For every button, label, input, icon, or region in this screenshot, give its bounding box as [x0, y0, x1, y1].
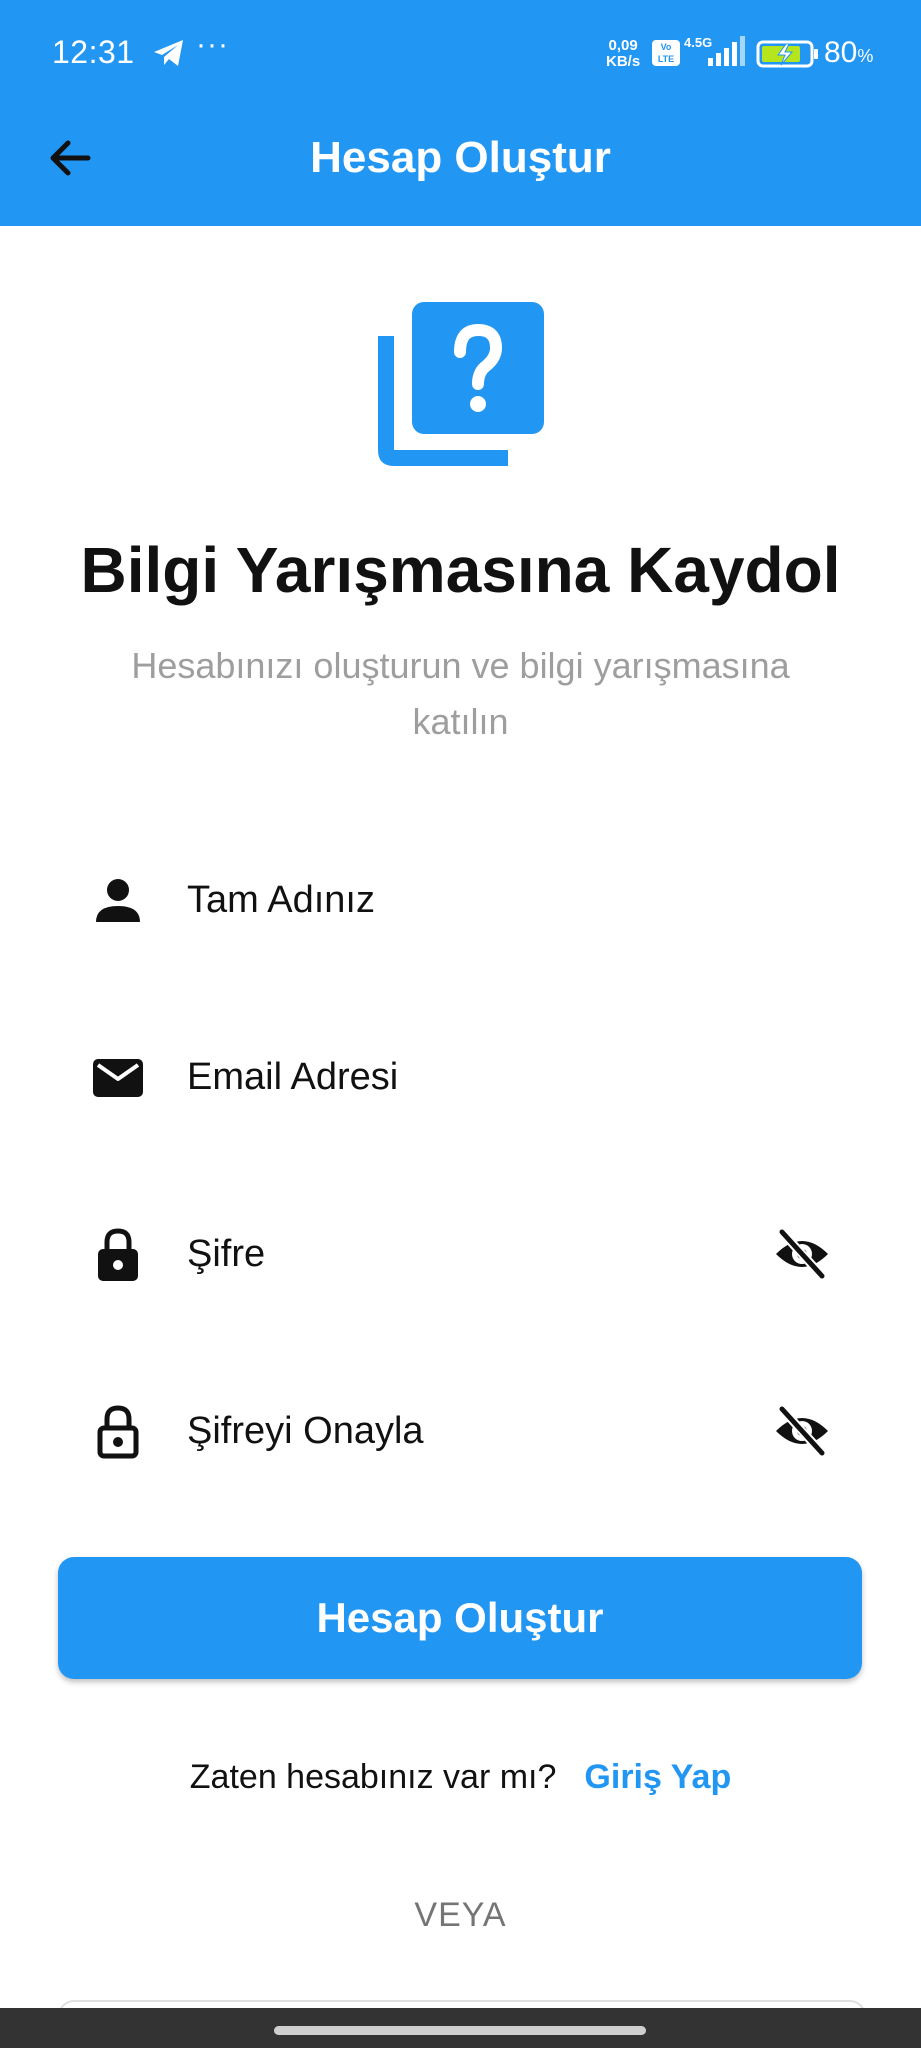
- login-prompt: Zaten hesabınız var mı? Giriş Yap: [0, 1752, 921, 1802]
- battery-percent: 80%: [824, 36, 873, 70]
- volte-top: Vo: [660, 42, 672, 52]
- person-icon: [96, 879, 140, 922]
- network-speed: 0,09 KB/s: [606, 38, 640, 70]
- or-divider: VEYA: [414, 1896, 507, 1934]
- battery-unit: %: [857, 46, 874, 66]
- lock-icon: [98, 1228, 138, 1281]
- battery-charging-icon: [756, 40, 818, 68]
- status-bar: 12:31 ··· 0,09 KB/s Vo LTE 4.5G 80%: [0, 0, 921, 110]
- network-speed-value: 0,09: [608, 37, 638, 54]
- password-field[interactable]: Şifre: [60, 1196, 860, 1306]
- volte-bottom: LTE: [657, 54, 675, 64]
- create-account-button[interactable]: Hesap Oluştur: [58, 1557, 862, 1679]
- email-icon: [93, 1059, 143, 1097]
- confirm-password-label: Şifreyi Onayla: [187, 1410, 424, 1452]
- more-notifications-icon: ···: [196, 28, 229, 61]
- app-bar: 12:31 ··· 0,09 KB/s Vo LTE 4.5G 80% Hesa…: [0, 0, 921, 226]
- volte-icon: Vo LTE: [652, 40, 680, 66]
- email-label: Email Adresi: [187, 1056, 399, 1098]
- status-time: 12:31: [52, 34, 135, 70]
- register-heading: Bilgi Yarışmasına Kaydol: [80, 534, 841, 606]
- password-label: Şifre: [187, 1233, 266, 1275]
- home-gesture-handle[interactable]: [274, 2026, 646, 2035]
- lock-outline-icon: [97, 1405, 139, 1459]
- full-name-field[interactable]: Tam Adınız: [60, 842, 860, 952]
- network-type: 4.5G: [684, 35, 712, 50]
- page-title: Hesap Oluştur: [310, 133, 611, 182]
- system-navigation-bar: [0, 2008, 921, 2048]
- full-name-label: Tam Adınız: [187, 879, 375, 921]
- register-subtitle: Hesabınızı oluşturun ve bilgi yarışmasın…: [131, 645, 790, 742]
- telegram-icon: [154, 40, 183, 66]
- visibility-off-icon[interactable]: [772, 1403, 832, 1459]
- quiz-icon: [378, 302, 544, 466]
- network-speed-unit: KB/s: [606, 53, 641, 70]
- confirm-password-field[interactable]: Şifreyi Onayla: [60, 1373, 860, 1483]
- visibility-off-icon[interactable]: [772, 1226, 832, 1282]
- login-question: Zaten hesabınız var mı?: [189, 1758, 557, 1796]
- login-link[interactable]: Giriş Yap: [584, 1758, 731, 1796]
- email-field[interactable]: Email Adresi: [60, 1019, 860, 1129]
- battery-value: 80: [824, 36, 858, 69]
- signal-icon: 4.5G: [684, 35, 745, 66]
